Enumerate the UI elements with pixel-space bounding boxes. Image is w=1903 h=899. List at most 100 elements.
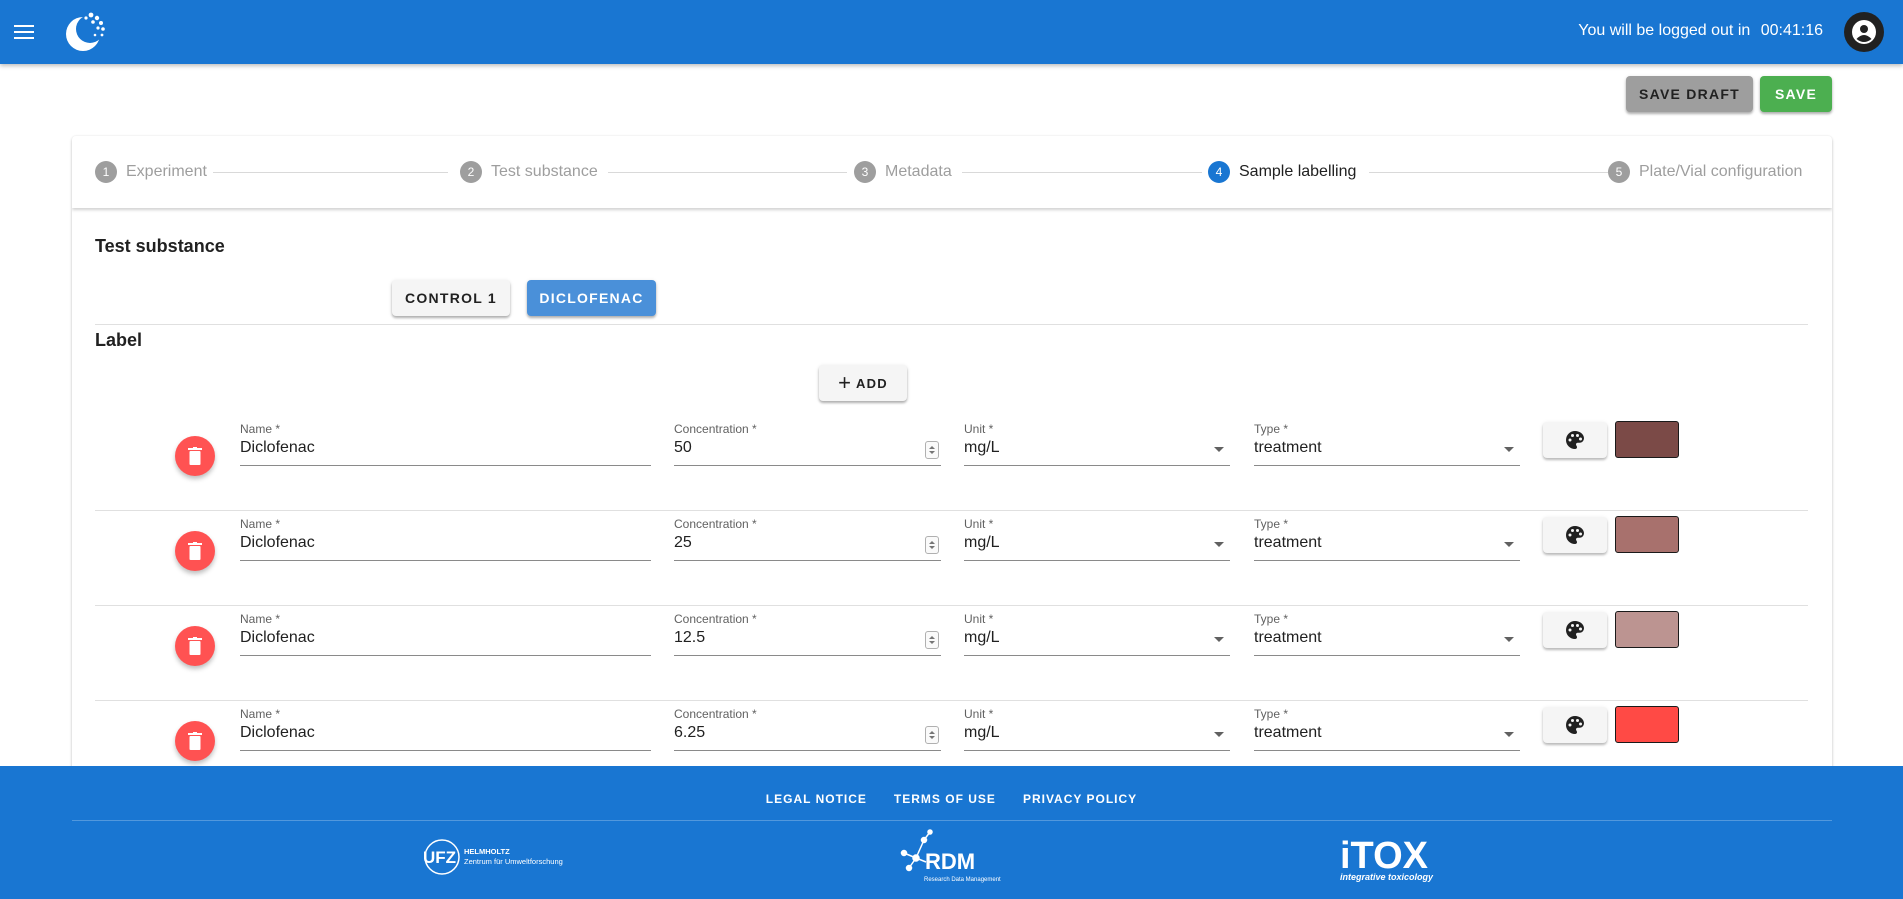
delete-row-button[interactable] [175,626,215,666]
menu-icon [14,25,34,39]
palette-icon [1566,716,1584,734]
svg-text:iTOX: iTOX [1340,835,1429,877]
name-label: Name * [240,422,281,436]
legal-notice-link[interactable]: LEGAL NOTICE [766,792,867,806]
step-label: Experiment [126,163,207,180]
name-value: Diclofenac [240,629,315,646]
unit-select[interactable]: Unit * mg/L [964,517,1230,561]
step-metadata[interactable]: 3 Metadata [854,160,952,184]
delete-row-button[interactable] [175,721,215,761]
step-number: 2 [460,161,482,183]
svg-text:RDM: RDM [925,849,975,874]
unit-label: Unit * [964,517,994,531]
step-label: Sample labelling [1239,163,1357,180]
dropdown-arrow-icon [1504,447,1514,452]
terms-of-use-link[interactable]: TERMS OF USE [894,792,996,806]
session-timer: You will be logged out in 00:41:16 [1578,22,1823,40]
step-plate-vial-configuration[interactable]: 5 Plate/Vial configuration [1608,160,1802,184]
account-circle-icon [1844,12,1884,52]
dropdown-arrow-icon [1214,542,1224,547]
name-field[interactable]: Name * Diclofenac [240,517,651,561]
section-divider [95,324,1808,325]
step-number: 5 [1608,161,1630,183]
type-select[interactable]: Type * treatment [1254,517,1520,561]
unit-value: mg/L [964,724,1000,741]
name-label: Name * [240,707,281,721]
label-row: Name * Diclofenac Concentration * 12.5 U… [72,606,1832,701]
palette-icon [1566,621,1584,639]
step-experiment[interactable]: 1 Experiment [95,160,207,184]
save-draft-button[interactable]: SAVE DRAFT [1626,76,1753,112]
substance-control-1-button[interactable]: CONTROL 1 [392,280,510,316]
unit-select[interactable]: Unit * mg/L [964,707,1230,751]
menu-button[interactable] [4,12,44,52]
concentration-label: Concentration * [674,517,757,531]
type-value: treatment [1254,724,1322,741]
sample-labelling-card: 1 Experiment 2 Test substance 3 Metadata… [72,136,1832,776]
trash-icon [188,637,202,655]
test-substance-heading: Test substance [95,236,225,256]
color-swatch[interactable] [1615,706,1679,743]
trash-icon [188,447,202,465]
concentration-value: 25 [674,534,692,551]
type-label: Type * [1254,707,1289,721]
svg-text:HELMHOLTZ: HELMHOLTZ [464,847,510,856]
number-spinner[interactable] [925,726,939,744]
palette-icon [1566,431,1584,449]
type-select[interactable]: Type * treatment [1254,422,1520,466]
svg-text:UFZ: UFZ [423,848,456,867]
delete-row-button[interactable] [175,531,215,571]
number-spinner[interactable] [925,631,939,649]
dropdown-arrow-icon [1504,732,1514,737]
unit-select[interactable]: Unit * mg/L [964,422,1230,466]
app-logo-icon[interactable] [62,9,108,55]
color-swatch[interactable] [1615,611,1679,648]
concentration-field[interactable]: Concentration * 25 [674,517,941,561]
name-field[interactable]: Name * Diclofenac [240,612,651,656]
privacy-policy-link[interactable]: PRIVACY POLICY [1023,792,1137,806]
unit-select[interactable]: Unit * mg/L [964,612,1230,656]
trash-icon [188,542,202,560]
palette-icon [1566,526,1584,544]
concentration-field[interactable]: Concentration * 6.25 [674,707,941,751]
dropdown-arrow-icon [1214,637,1224,642]
delete-row-button[interactable] [175,436,215,476]
itox-logo[interactable]: iTOX integrative toxicology [1338,828,1458,888]
color-picker-button[interactable] [1543,612,1607,648]
ufz-helmholtz-logo[interactable]: UFZ HELMHOLTZ Zentrum für Umweltforschun… [423,836,588,878]
type-select[interactable]: Type * treatment [1254,612,1520,656]
logout-timer: 00:41:16 [1760,22,1823,39]
concentration-field[interactable]: Concentration * 50 [674,422,941,466]
color-picker-button[interactable] [1543,707,1607,743]
name-field[interactable]: Name * Diclofenac [240,422,651,466]
rdm-logo[interactable]: RDM Research Data Management [894,828,1014,888]
label-row: Name * Diclofenac Concentration * 6.25 U… [72,701,1832,776]
concentration-field[interactable]: Concentration * 12.5 [674,612,941,656]
color-picker-button[interactable] [1543,517,1607,553]
number-spinner[interactable] [925,441,939,459]
add-label-text: ADD [855,375,888,391]
name-field[interactable]: Name * Diclofenac [240,707,651,751]
step-label: Metadata [885,163,952,180]
color-swatch[interactable] [1615,516,1679,553]
add-label-button[interactable]: + ADD [819,365,907,401]
account-button[interactable] [1844,12,1884,52]
save-button[interactable]: SAVE [1760,76,1832,112]
step-sample-labelling[interactable]: 4 Sample labelling [1208,160,1356,184]
svg-text:Research Data Management: Research Data Management [924,877,1001,883]
dropdown-arrow-icon [1214,447,1224,452]
number-spinner[interactable] [925,536,939,554]
color-swatch[interactable] [1615,421,1679,458]
type-select[interactable]: Type * treatment [1254,707,1520,751]
concentration-value: 12.5 [674,629,706,646]
footer-links: LEGAL NOTICE TERMS OF USE PRIVACY POLICY [0,792,1903,806]
color-picker-button[interactable] [1543,422,1607,458]
unit-label: Unit * [964,707,994,721]
step-test-substance[interactable]: 2 Test substance [460,160,598,184]
stepper: 1 Experiment 2 Test substance 3 Metadata… [72,136,1832,208]
svg-text:Zentrum für Umweltforschung: Zentrum für Umweltforschung [464,857,563,866]
dropdown-arrow-icon [1504,542,1514,547]
concentration-value: 6.25 [674,724,706,741]
substance-diclofenac-button[interactable]: DICLOFENAC [527,280,656,316]
name-value: Diclofenac [240,534,315,551]
